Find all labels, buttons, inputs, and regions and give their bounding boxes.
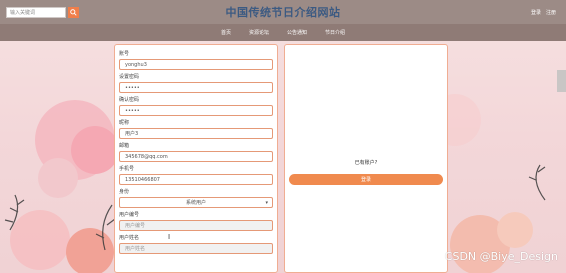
field-label-identity: 身份 xyxy=(119,189,130,195)
search-button[interactable] xyxy=(68,6,79,18)
email-input[interactable]: 345678@qq.com xyxy=(119,151,273,162)
phone-input[interactable]: 13510466807 xyxy=(119,174,273,185)
user-id-input[interactable]: 用户编号 xyxy=(119,220,273,231)
field-label-user-id: 用户编号 xyxy=(119,212,140,218)
identity-select[interactable]: 系统用户 ▾ xyxy=(119,197,273,208)
search-input[interactable]: 输入关键词 xyxy=(6,6,66,18)
field-label-password: 设置密码 xyxy=(119,74,140,80)
register-form: 账号 yonghu3 设置密码 ••••• 确认密码 ••••• 昵称 用户3 … xyxy=(114,44,278,273)
login-panel: 已有账户? 登录 xyxy=(284,44,448,273)
login-button[interactable]: 登录 xyxy=(289,174,443,185)
top-bar: 输入关键词 登录 注册 xyxy=(0,0,566,24)
password-input[interactable]: ••••• xyxy=(119,82,273,93)
nickname-input[interactable]: 用户3 xyxy=(119,128,273,139)
user-name-input[interactable]: 用户姓名 xyxy=(119,243,273,254)
side-scroll-tab[interactable] xyxy=(557,70,566,92)
field-label-confirm-password: 确认密码 xyxy=(119,97,140,103)
nav-home[interactable]: 首页 xyxy=(221,29,231,36)
text-cursor-icon: I xyxy=(168,233,171,241)
login-link[interactable]: 登录 xyxy=(531,9,541,16)
search-icon xyxy=(70,8,77,16)
field-label-account: 账号 xyxy=(119,51,130,57)
identity-value: 系统用户 xyxy=(185,200,206,206)
auth-links: 登录 注册 xyxy=(531,9,556,16)
have-account-text: 已有账户? xyxy=(354,160,378,166)
main-nav: 首页 资源论坛 公告通知 节日介绍 xyxy=(0,24,566,41)
field-label-phone: 手机号 xyxy=(119,166,135,172)
field-label-email: 邮箱 xyxy=(119,143,130,149)
nav-forum[interactable]: 资源论坛 xyxy=(249,29,269,36)
account-input[interactable]: yonghu3 xyxy=(119,59,273,70)
watermark: CSDN @Biye_Design xyxy=(444,250,558,263)
register-link[interactable]: 注册 xyxy=(546,9,556,16)
field-label-user-name: 用户姓名 xyxy=(119,235,140,241)
field-label-nickname: 昵称 xyxy=(119,120,130,126)
confirm-password-input[interactable]: ••••• xyxy=(119,105,273,116)
caret-down-icon: ▾ xyxy=(265,200,268,206)
nav-notice[interactable]: 公告通知 xyxy=(287,29,307,36)
nav-festival[interactable]: 节日介绍 xyxy=(325,29,345,36)
